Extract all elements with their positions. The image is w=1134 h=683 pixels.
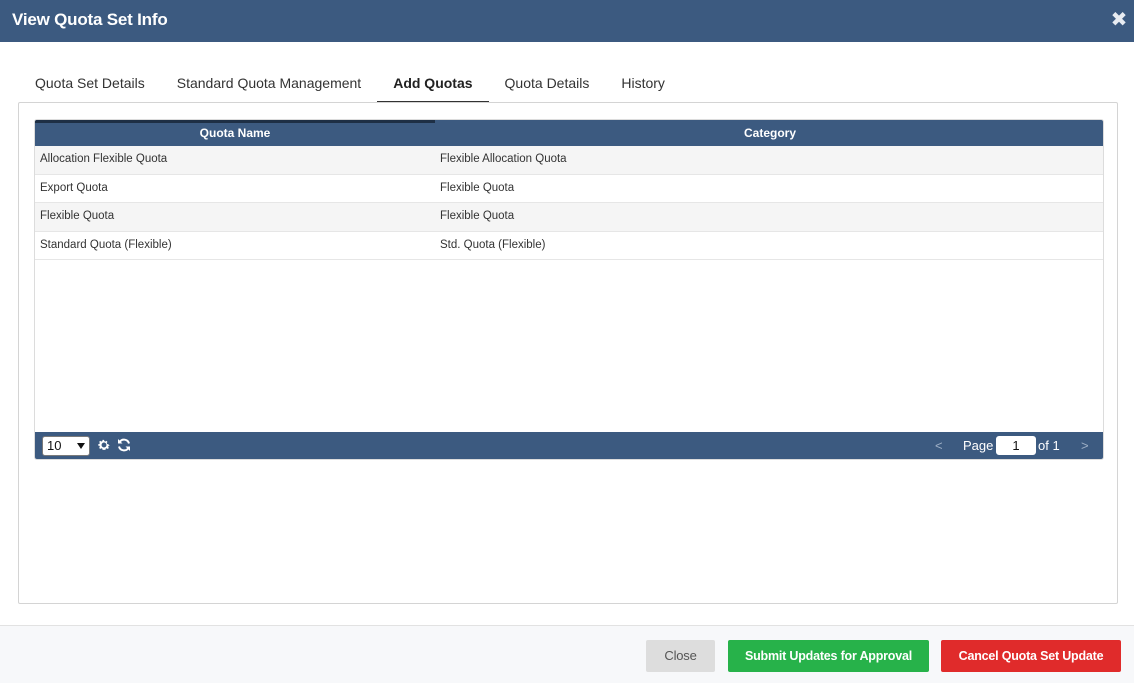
- quota-name-cell: Export Quota: [40, 181, 108, 194]
- column-header-category[interactable]: Category: [435, 120, 1103, 146]
- page-size-select[interactable]: 10: [42, 436, 90, 456]
- tab-bar: Quota Set Details Standard Quota Managem…: [19, 68, 681, 103]
- page-label: Page: [963, 438, 994, 453]
- tab-quota-details[interactable]: Quota Details: [489, 68, 606, 103]
- quota-grid: Quota Name Category Allocation Flexible …: [34, 119, 1104, 460]
- table-row[interactable]: Allocation Flexible Quota Flexible Alloc…: [35, 146, 1103, 175]
- table-row[interactable]: Flexible Quota Flexible Quota: [35, 203, 1103, 232]
- category-cell: Flexible Allocation Quota: [440, 153, 567, 165]
- quota-set-dialog: View Quota Set Info ✖ Quota Set Details …: [0, 0, 1134, 683]
- grid-header: Quota Name Category: [35, 120, 1103, 146]
- tab-add-quotas[interactable]: Add Quotas: [377, 68, 489, 103]
- category-cell: Std. Quota (Flexible): [440, 238, 546, 251]
- close-x-icon[interactable]: ✖: [1110, 10, 1128, 30]
- category-cell: Flexible Quota: [440, 210, 515, 222]
- dialog-title: View Quota Set Info: [12, 10, 168, 29]
- cancel-quota-set-update-button[interactable]: Cancel Quota Set Update: [941, 640, 1121, 672]
- quota-name-cell: Flexible Quota: [40, 210, 115, 222]
- dialog-titlebar: View Quota Set Info ✖: [0, 0, 1134, 42]
- table-row[interactable]: Export Quota Flexible Quota: [35, 175, 1103, 203]
- close-button[interactable]: Close: [646, 640, 715, 672]
- gear-icon[interactable]: [97, 438, 111, 452]
- quota-name-cell: Allocation Flexible Quota: [40, 153, 168, 165]
- page-number-input[interactable]: [996, 436, 1036, 455]
- refresh-icon[interactable]: [116, 437, 132, 453]
- table-row[interactable]: Standard Quota (Flexible) Std. Quota (Fl…: [35, 232, 1103, 260]
- page-size-value: 10: [47, 438, 62, 453]
- quota-name-cell: Standard Quota (Flexible): [40, 238, 172, 251]
- next-page-button[interactable]: >: [1081, 438, 1089, 453]
- tab-history[interactable]: History: [605, 68, 681, 103]
- dialog-footer: Close Submit Updates for Approval Cancel…: [0, 625, 1134, 683]
- tab-standard-quota-management[interactable]: Standard Quota Management: [161, 68, 377, 103]
- prev-page-button[interactable]: <: [935, 438, 943, 453]
- category-cell: Flexible Quota: [440, 181, 515, 194]
- submit-updates-button[interactable]: Submit Updates for Approval: [728, 640, 929, 672]
- chevron-down-icon: [77, 443, 85, 449]
- grid-pager: 10 < Page of 1 >: [35, 432, 1103, 459]
- page-count-label: of 1: [1038, 438, 1060, 453]
- tab-panel: Quota Name Category Allocation Flexible …: [18, 102, 1118, 604]
- tab-quota-set-details[interactable]: Quota Set Details: [19, 68, 161, 103]
- grid-body: Allocation Flexible Quota Flexible Alloc…: [35, 146, 1103, 260]
- column-header-quota-name[interactable]: Quota Name: [35, 120, 435, 146]
